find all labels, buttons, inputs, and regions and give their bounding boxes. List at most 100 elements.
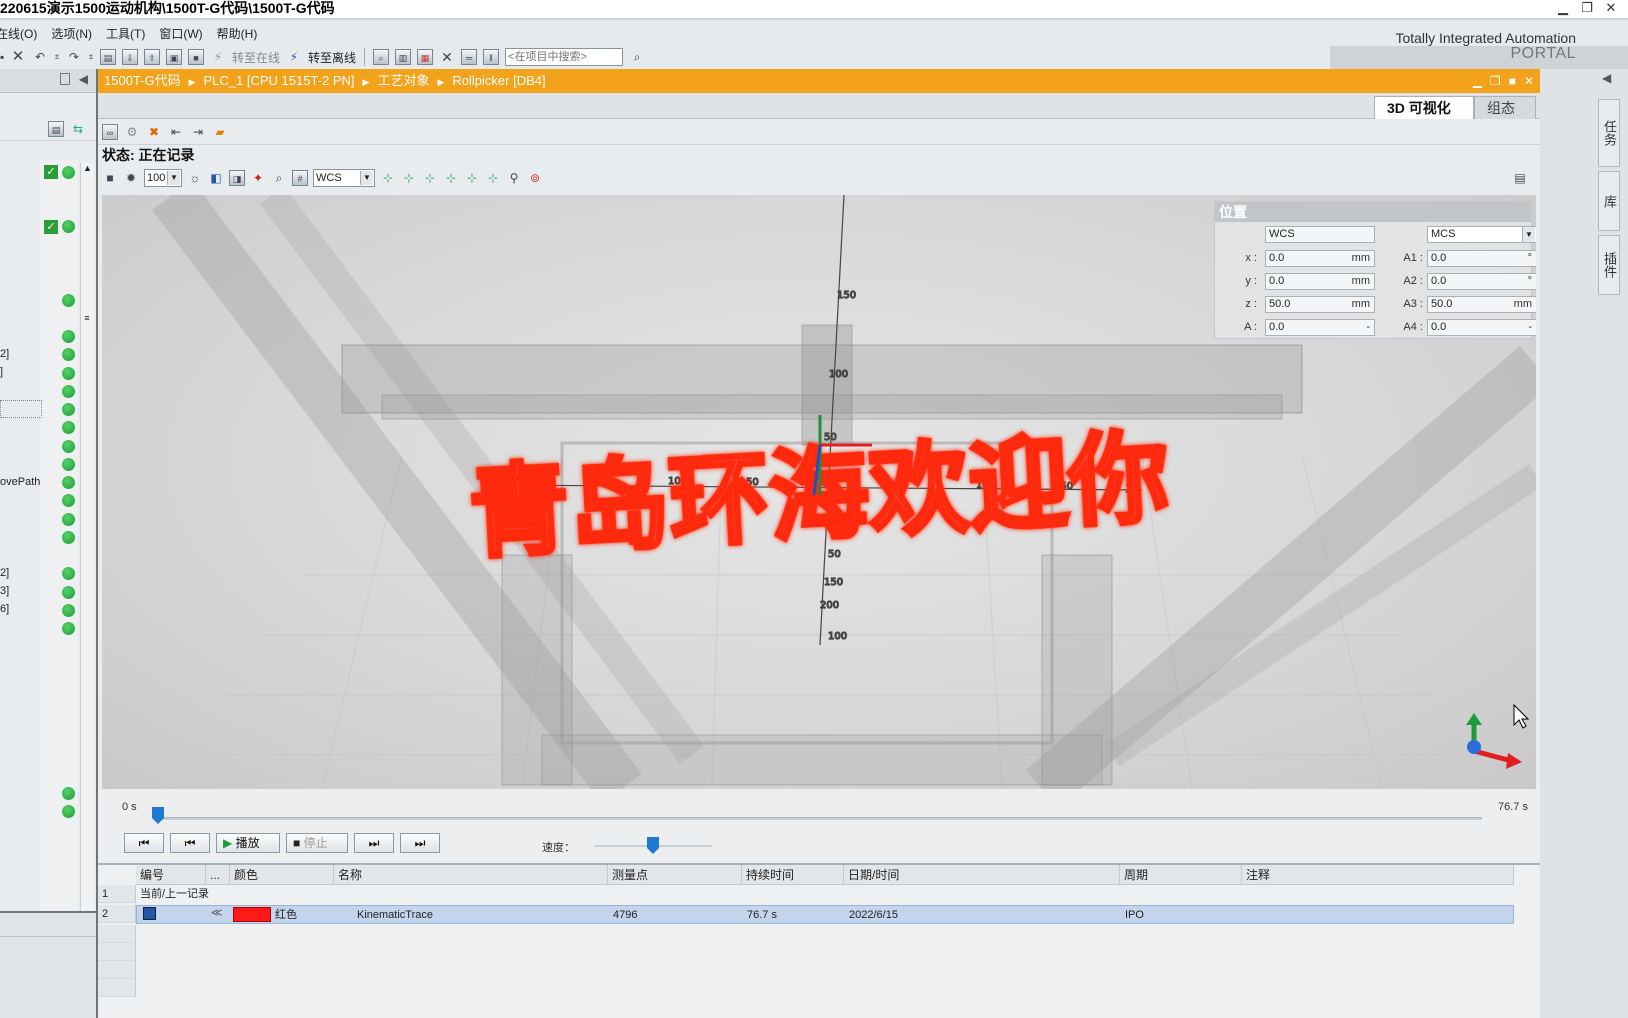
menu-options[interactable]: 选项(N) (51, 25, 106, 42)
tree-item[interactable]: ovePath (0, 473, 80, 491)
restore-icon[interactable]: ❐ (1580, 0, 1594, 16)
column-header[interactable]: 测量点 (608, 865, 742, 885)
tab-addins[interactable]: 插件 (1598, 235, 1620, 295)
go-online-button[interactable]: 转至在线 (232, 49, 280, 66)
camera-icon[interactable]: ■ (102, 170, 118, 186)
collapse-right-icon[interactable]: ◀ (1602, 71, 1611, 85)
view-left-icon[interactable]: ⊹ (422, 170, 438, 186)
column-header[interactable]: ... (206, 865, 230, 885)
close-icon[interactable]: ✕ (1604, 0, 1618, 16)
stop-cpu-icon[interactable]: ■ (188, 49, 204, 65)
tab-tasks[interactable]: 任务 (1598, 99, 1620, 167)
grid-icon[interactable]: # (292, 170, 308, 186)
tree-item[interactable]: 6] (0, 600, 80, 618)
column-header[interactable]: 编号 (136, 865, 206, 885)
go-offline-button[interactable]: 转至离线 (308, 49, 356, 66)
close-all-icon[interactable]: ✕ (439, 49, 455, 65)
view-3d-rotate-icon[interactable]: ✦ (250, 170, 266, 186)
comment[interactable] (1243, 906, 1247, 924)
speed-thumb[interactable] (647, 837, 659, 854)
visibility-icon[interactable]: ≪ (211, 906, 223, 919)
editor-close-icon[interactable]: ✕ (1524, 69, 1534, 93)
mcs-system-dropdown[interactable]: MCS ▼ (1427, 226, 1536, 243)
timeline-thumb[interactable] (152, 807, 164, 824)
pane-pin-icon[interactable] (60, 73, 70, 85)
trace-delete-icon[interactable]: ✖ (146, 124, 162, 140)
tab-configuration[interactable]: 组态 (1474, 96, 1536, 119)
redo-dropdown-icon[interactable]: ± (88, 49, 94, 65)
go-online-icon[interactable]: ⚡ (210, 49, 226, 65)
breadcrumb-technology-objects[interactable]: 工艺对象 (377, 73, 429, 88)
breadcrumb-rollpicker[interactable]: Rollpicker [DB4] (452, 73, 545, 88)
brightness-icon[interactable]: ✹ (123, 170, 139, 186)
column-header[interactable]: 名称 (334, 865, 608, 885)
export-icon[interactable]: ⇥ (190, 124, 206, 140)
network-view-icon[interactable]: ▦ (417, 49, 434, 65)
zoom-fit-icon[interactable]: ⌕ (271, 170, 287, 186)
column-header[interactable]: 日期/时间 (844, 865, 1120, 885)
tree-scrollbar[interactable]: ▲ ≡ ▼ (80, 163, 94, 977)
accessible-devices-icon[interactable]: ⌕ (373, 49, 390, 65)
scroll-up-icon[interactable]: ▲ (81, 163, 94, 173)
upload-icon[interactable]: ⇧ (144, 49, 160, 65)
collapse-left-icon[interactable]: ◀ (79, 72, 88, 86)
next-frame-button[interactable]: ⏭︎ (354, 833, 394, 853)
import-icon[interactable]: ⇤ (168, 124, 184, 140)
view-right-icon[interactable]: ⊹ (443, 170, 459, 186)
view-bottom-icon[interactable]: ⊹ (485, 170, 501, 186)
zoom-dropdown[interactable]: 100 ▼ (144, 169, 182, 187)
project-search-input[interactable] (505, 48, 624, 66)
column-header[interactable]: 周期 (1120, 865, 1242, 885)
delete-icon[interactable]: ✕ (10, 49, 26, 65)
coordinate-system-dropdown[interactable]: WCS ▼ (313, 169, 375, 187)
search-icon[interactable]: ⌕ (629, 49, 645, 65)
tree-view-icon[interactable]: ▤ (48, 121, 64, 137)
panel-toggle-icon[interactable]: ▤ (1512, 170, 1528, 186)
tree-item[interactable]: ] (0, 363, 80, 381)
menu-tools[interactable]: 工具(T) (106, 25, 159, 42)
3d-viewport[interactable]: 150 100 50 200 150 100 50 50 100 150 50 … (102, 195, 1536, 789)
column-header[interactable]: 持续时间 (742, 865, 844, 885)
tree-item[interactable]: 2] (0, 345, 80, 363)
column-header[interactable]: 注释 (1242, 865, 1514, 885)
view-3d-icon[interactable]: ◨ (229, 170, 245, 186)
flange-icon[interactable]: ⊚ (527, 170, 543, 186)
go-offline-icon[interactable]: ⚡ (286, 49, 302, 65)
tab-3d-visualization[interactable]: 3D 可视化 (1374, 96, 1474, 119)
download-icon[interactable]: ⇩ (122, 49, 138, 65)
cross-reference-icon[interactable]: ▥ (395, 49, 412, 65)
menu-help[interactable]: 帮助(H) (217, 25, 272, 42)
table-row-selected[interactable]: ≪ 红色 KinematicTrace 4796 76.7 s 2022/6/1… (136, 905, 1514, 924)
breadcrumb-plc[interactable]: PLC_1 [CPU 1515T-2 PN] (204, 73, 355, 88)
split-vertical-icon[interactable]: ‖ (483, 49, 500, 65)
previous-frame-button[interactable]: ⏮︎ (170, 833, 210, 853)
speed-slider[interactable] (594, 837, 712, 854)
view-2d-icon[interactable]: ◧ (208, 170, 224, 186)
editor-maximize-icon[interactable]: ■ (1509, 69, 1516, 93)
undo-icon[interactable]: ↶ (32, 49, 48, 65)
start-simulation-icon[interactable]: ▣ (166, 49, 182, 65)
first-frame-button[interactable]: ⏮ (124, 833, 164, 853)
column-header[interactable]: 颜色 (230, 865, 334, 885)
tab-libraries[interactable]: 库 (1598, 171, 1620, 231)
view-front-icon[interactable]: ⊹ (380, 170, 396, 186)
undo-dropdown-icon[interactable]: ± (54, 49, 60, 65)
view-top-icon[interactable]: ⊹ (464, 170, 480, 186)
cut-icon[interactable]: ▪ (0, 49, 4, 65)
breadcrumb-project[interactable]: 1500T-G代码 (104, 73, 181, 88)
split-horizontal-icon[interactable]: ═ (461, 49, 478, 65)
save-icon[interactable] (143, 907, 156, 920)
tree-item-selected[interactable] (0, 400, 42, 418)
light-icon[interactable]: ☼ (187, 170, 203, 186)
stop-button[interactable]: ■ 停止 (286, 833, 348, 853)
play-button[interactable]: ▶ 播放 (216, 833, 280, 853)
menu-online[interactable]: 在线(O) (0, 25, 51, 42)
trace-settings-icon[interactable]: ⚙ (124, 124, 140, 140)
timeline-slider[interactable] (152, 807, 1482, 824)
scroll-grip-icon[interactable]: ≡ (81, 313, 93, 323)
tree-item[interactable]: 2] (0, 564, 80, 582)
editor-float-icon[interactable]: ❐ (1490, 69, 1501, 93)
view-back-icon[interactable]: ⊹ (401, 170, 417, 186)
compile-icon[interactable]: ▤ (100, 49, 116, 65)
tree-sync-icon[interactable]: ⇆ (70, 121, 86, 137)
